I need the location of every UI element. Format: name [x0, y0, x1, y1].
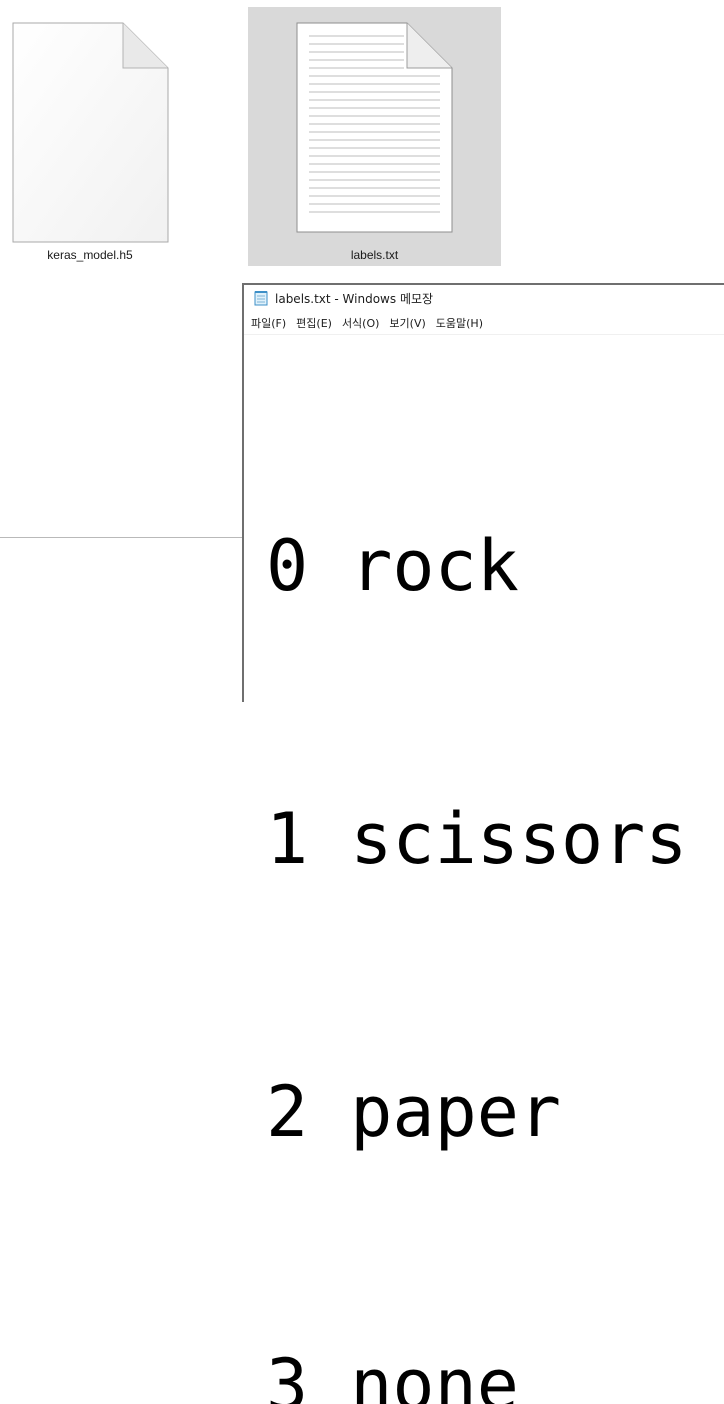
menu-edit[interactable]: 편집(E) [296, 315, 332, 331]
file-item-keras-model[interactable]: keras_model.h5 [0, 8, 180, 266]
notepad-window[interactable]: labels.txt - Windows 메모장 파일(F) 편집(E) 서식(… [242, 283, 724, 1404]
menu-help[interactable]: 도움말(H) [436, 315, 483, 331]
file-name-label: labels.txt [350, 248, 399, 262]
menu-format[interactable]: 서식(O) [342, 315, 379, 331]
menu-bar: 파일(F) 편집(E) 서식(O) 보기(V) 도움말(H) [244, 312, 724, 335]
window-title: labels.txt - Windows 메모장 [275, 291, 434, 306]
text-editor-area[interactable]: 0 rock 1 scissors 2 paper 3 none [266, 339, 724, 1404]
desktop-background [0, 538, 243, 702]
notepad-icon [253, 290, 269, 306]
menu-file[interactable]: 파일(F) [251, 315, 286, 331]
text-line: 3 none [266, 1344, 519, 1404]
file-name-label: keras_model.h5 [47, 248, 133, 262]
menu-view[interactable]: 보기(V) [389, 315, 425, 331]
text-line: 1 scissors [266, 798, 688, 880]
text-file-icon [296, 22, 454, 238]
blank-file-icon [12, 22, 170, 248]
file-item-labels-txt[interactable]: labels.txt [248, 7, 501, 266]
title-bar[interactable]: labels.txt - Windows 메모장 [244, 285, 724, 311]
text-line: 0 rock [266, 525, 519, 607]
text-line: 2 paper [266, 1071, 562, 1153]
